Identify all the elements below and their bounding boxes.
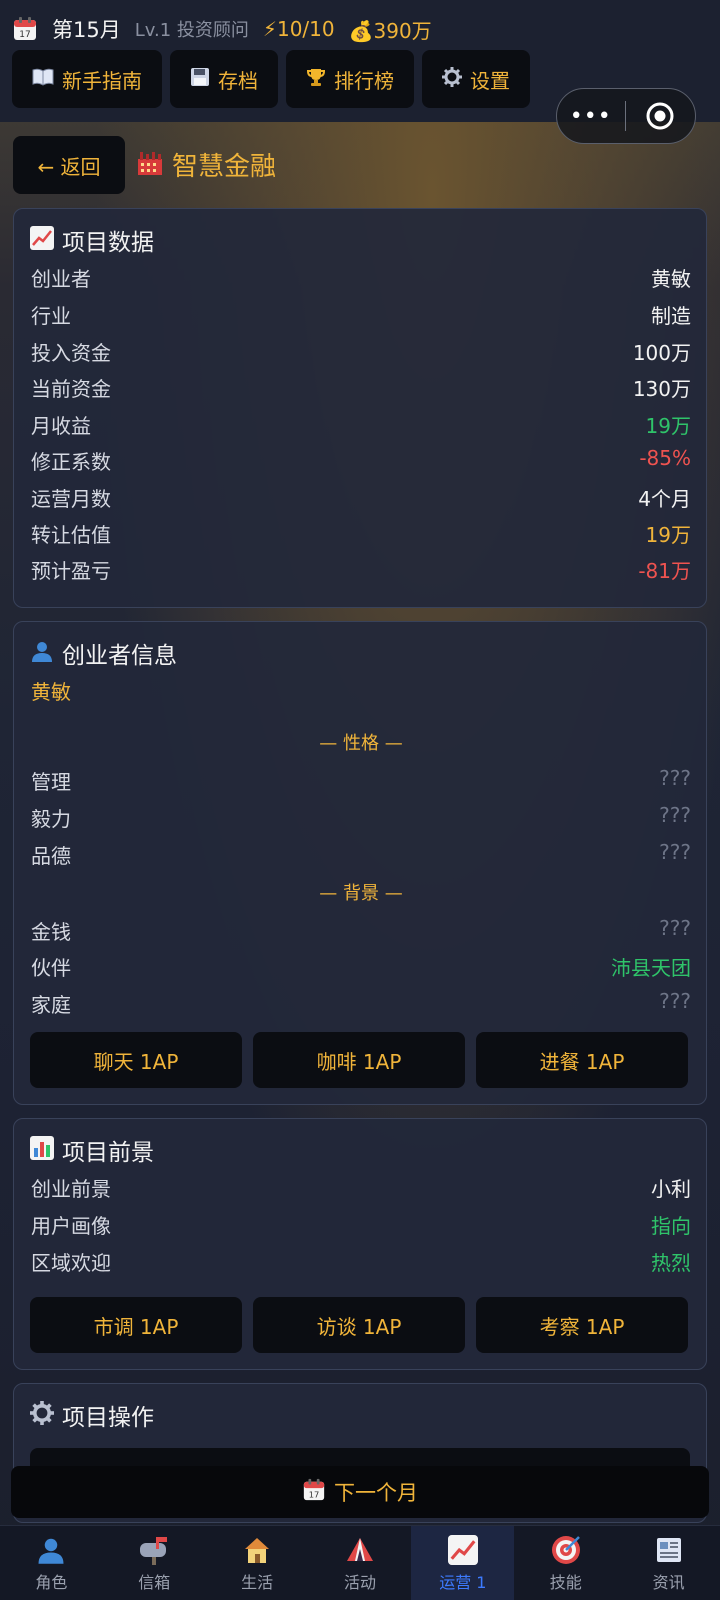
project-data-title: 项目数据 [62,230,154,256]
house-icon [240,1533,274,1567]
guide-label: 新手指南 [62,68,142,93]
leaderboard-label: 排行榜 [334,68,394,93]
more-menu-icon[interactable]: ••• [557,104,625,129]
founder-name-row: 黄敏 [31,676,691,705]
money-label: 💰390万 [348,18,432,43]
coffee-button[interactable]: 咖啡 1AP [253,1032,465,1088]
outlook-card: 项目前景 创业前景 小利 用户画像 指向 区域欢迎 热烈 市调 1AP 访谈 1AP … [13,1118,707,1370]
tab-life[interactable]: 生活 [206,1526,309,1600]
calendar-icon: 17 [12,16,38,42]
book-icon [32,68,54,91]
back-label: ← 返回 [37,154,101,179]
inspect-button[interactable]: 考察 1AP [476,1297,688,1353]
data-row: 创业者 黄敏 [31,267,691,291]
guide-button[interactable]: 新手指南 [12,50,162,108]
mailbox-icon [137,1533,171,1567]
save-label: 存档 [218,68,258,93]
gear-icon [442,66,462,92]
person-icon [34,1533,68,1567]
dine-button[interactable]: 进餐 1AP [476,1032,688,1088]
bottom-tab-bar: 角色 信箱 生活 活动 运营 1 技能 资讯 [0,1525,720,1600]
settings-button[interactable]: 设置 [422,50,530,108]
tab-mailbox[interactable]: 信箱 [103,1526,206,1600]
save-icon [190,67,210,92]
bar-chart-icon [30,1136,54,1164]
save-button[interactable]: 存档 [170,50,278,108]
next-month-label: 下一个月 [334,1481,418,1505]
founder-card: 创业者信息 黄敏 — 性格 — 管理??? 毅力??? 品德??? — 背景 —… [13,621,707,1105]
operations-title: 项目操作 [62,1405,154,1431]
tab-skills[interactable]: 技能 [514,1526,617,1600]
settings-label: 设置 [470,68,510,93]
data-row: 修正系数 -85% [31,446,691,474]
outlook-row: 区域欢迎 热烈 [31,1251,691,1275]
nav-row: 新手指南 存档 排行榜 设置 [12,50,530,108]
trophy-icon [306,67,326,92]
founder-header: 创业者信息 [30,636,177,670]
background-row: 金钱??? [31,916,691,944]
level-label: Lv.1 投资顾问 [134,20,249,41]
outlook-title: 项目前景 [62,1140,154,1166]
status-row: 17 第15月 Lv.1 投资顾问 ⚡10/10 💰390万 [12,12,432,46]
project-name: 智慧金融 [172,152,277,182]
tab-activity[interactable]: 活动 [309,1526,412,1600]
leaderboard-button[interactable]: 排行榜 [286,50,414,108]
trait-row: 毅力??? [31,803,691,831]
data-row: 预计盈亏 -81万 [31,559,691,583]
data-row: 投入资金 100万 [31,341,691,365]
chart-up-icon [30,226,54,254]
target-icon [549,1533,583,1567]
tent-icon [343,1533,377,1567]
close-miniprogram-icon[interactable] [626,101,696,131]
newspaper-icon [652,1533,686,1567]
tab-role[interactable]: 角色 [0,1526,103,1600]
svg-text:17: 17 [309,1489,320,1499]
calendar-icon: 17 [302,1478,326,1507]
outlook-row: 用户画像 指向 [31,1214,691,1238]
tab-news[interactable]: 资讯 [617,1526,720,1600]
project-title: 智慧金融 [136,146,276,183]
data-row: 行业 制造 [31,304,691,328]
chat-button[interactable]: 聊天 1AP [30,1032,242,1088]
interview-button[interactable]: 访谈 1AP [253,1297,465,1353]
background-row: 伙伴 沛县天团 [31,956,691,980]
project-data-header: 项目数据 [30,223,154,257]
background-divider: — 背景 — [319,883,403,904]
background-row: 家庭??? [31,989,691,1017]
founder-name: 黄敏 [31,680,71,704]
month-label: 第15月 [52,18,121,42]
chart-icon [446,1533,480,1567]
data-row: 月收益 19万 [31,414,691,438]
founder-title: 创业者信息 [62,643,177,669]
operations-header: 项目操作 [30,1398,154,1432]
gear-icon [30,1401,54,1429]
personality-divider: — 性格 — [319,733,403,754]
energy-label: ⚡10/10 [262,17,335,41]
data-row: 转让估值 19万 [31,523,691,547]
person-icon [30,639,54,667]
trait-row: 管理??? [31,766,691,794]
outlook-header: 项目前景 [30,1133,154,1167]
outlook-row: 创业前景 小利 [31,1177,691,1201]
tab-operations[interactable]: 运营 1 [411,1526,515,1600]
data-row: 运营月数 4个月 [31,487,691,511]
market-research-button[interactable]: 市调 1AP [30,1297,242,1353]
factory-icon [136,149,164,181]
project-data-card: 项目数据 创业者 黄敏 行业 制造 投入资金 100万 当前资金 130万 月收益 19万… [13,208,707,608]
back-button[interactable]: ← 返回 [13,136,125,194]
next-month-button[interactable]: 17 下一个月 [11,1466,709,1518]
data-row: 当前资金 130万 [31,377,691,401]
trait-row: 品德??? [31,840,691,868]
miniprogram-capsule: ••• [556,88,696,144]
svg-text:17: 17 [19,30,30,40]
